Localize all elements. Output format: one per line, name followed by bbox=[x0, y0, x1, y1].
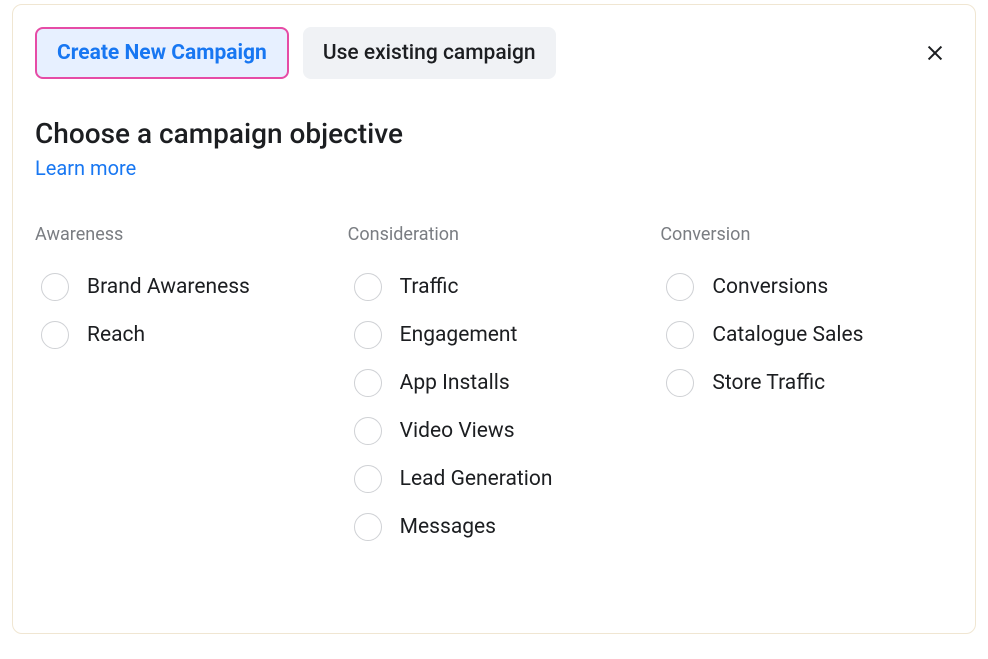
option-lead-generation[interactable]: Lead Generation bbox=[348, 455, 641, 503]
option-label: Video Views bbox=[400, 419, 515, 443]
page-title: Choose a campaign objective bbox=[35, 117, 953, 150]
close-button[interactable] bbox=[917, 35, 953, 71]
column-title: Conversion bbox=[660, 224, 953, 245]
tab-label: Create New Campaign bbox=[57, 41, 267, 65]
tabs-row: Create New Campaign Use existing campaig… bbox=[27, 13, 961, 99]
option-catalogue-sales[interactable]: Catalogue Sales bbox=[660, 311, 953, 359]
option-label: Catalogue Sales bbox=[712, 323, 863, 347]
option-reach[interactable]: Reach bbox=[35, 311, 328, 359]
learn-more-link[interactable]: Learn more bbox=[35, 156, 136, 180]
option-label: Lead Generation bbox=[400, 467, 553, 491]
option-messages[interactable]: Messages bbox=[348, 503, 641, 551]
radio-icon bbox=[41, 273, 69, 301]
option-label: Messages bbox=[400, 515, 496, 539]
option-label: Reach bbox=[87, 323, 145, 347]
option-label: Engagement bbox=[400, 323, 518, 347]
option-traffic[interactable]: Traffic bbox=[348, 263, 641, 311]
radio-icon bbox=[354, 513, 382, 541]
option-label: Store Traffic bbox=[712, 371, 825, 395]
objective-columns: Awareness Brand Awareness Reach Consider… bbox=[35, 224, 953, 551]
option-label: Brand Awareness bbox=[87, 275, 250, 299]
radio-icon bbox=[354, 321, 382, 349]
consideration-column: Consideration Traffic Engagement App Ins… bbox=[348, 224, 641, 551]
option-label: Conversions bbox=[712, 275, 828, 299]
tab-create-new-campaign[interactable]: Create New Campaign bbox=[35, 27, 289, 79]
content-area: Choose a campaign objective Learn more A… bbox=[27, 99, 961, 551]
tab-use-existing-campaign[interactable]: Use existing campaign bbox=[303, 27, 556, 79]
radio-icon bbox=[666, 369, 694, 397]
option-engagement[interactable]: Engagement bbox=[348, 311, 641, 359]
option-store-traffic[interactable]: Store Traffic bbox=[660, 359, 953, 407]
column-title: Awareness bbox=[35, 224, 328, 245]
option-video-views[interactable]: Video Views bbox=[348, 407, 641, 455]
awareness-column: Awareness Brand Awareness Reach bbox=[35, 224, 328, 551]
radio-icon bbox=[666, 273, 694, 301]
radio-icon bbox=[354, 417, 382, 445]
tab-label: Use existing campaign bbox=[323, 41, 536, 65]
option-brand-awareness[interactable]: Brand Awareness bbox=[35, 263, 328, 311]
radio-icon bbox=[354, 273, 382, 301]
column-title: Consideration bbox=[348, 224, 641, 245]
radio-icon bbox=[354, 369, 382, 397]
option-label: App Installs bbox=[400, 371, 510, 395]
radio-icon bbox=[354, 465, 382, 493]
radio-icon bbox=[666, 321, 694, 349]
close-icon bbox=[924, 42, 946, 64]
option-label: Traffic bbox=[400, 275, 459, 299]
conversion-column: Conversion Conversions Catalogue Sales S… bbox=[660, 224, 953, 551]
campaign-objective-modal: Create New Campaign Use existing campaig… bbox=[12, 4, 976, 634]
option-conversions[interactable]: Conversions bbox=[660, 263, 953, 311]
option-app-installs[interactable]: App Installs bbox=[348, 359, 641, 407]
radio-icon bbox=[41, 321, 69, 349]
